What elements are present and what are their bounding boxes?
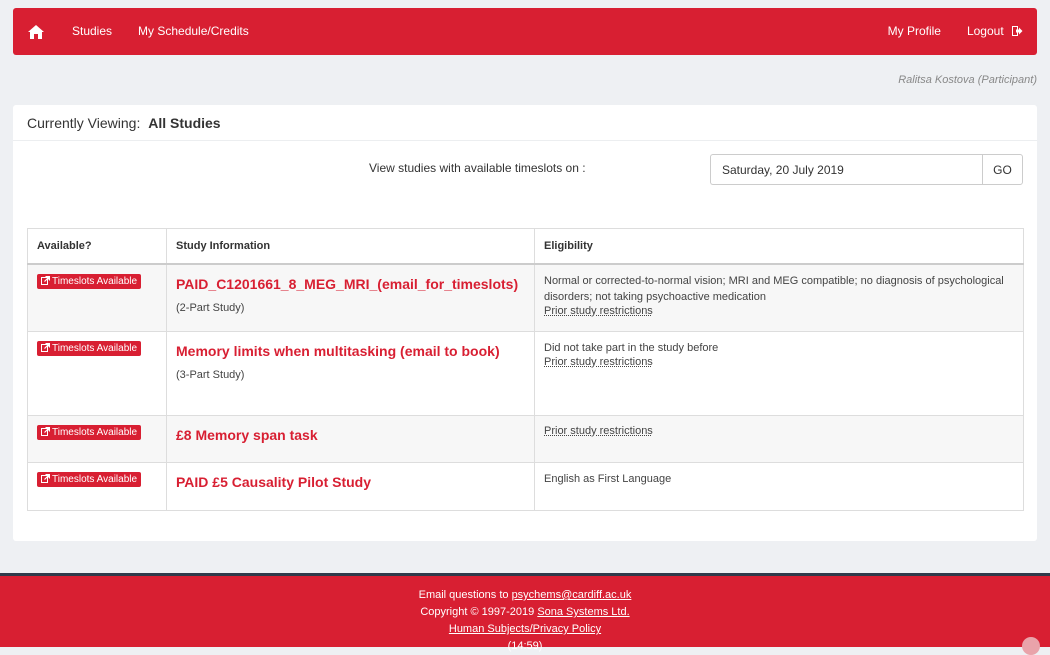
timeslots-available-button[interactable]: Timeslots Available <box>37 425 141 440</box>
badge-label: Timeslots Available <box>52 343 137 354</box>
study-parts: (2-Part Study) <box>176 302 525 314</box>
nav-profile-link[interactable]: My Profile <box>875 8 954 55</box>
top-navbar: Studies My Schedule/Credits My Profile L… <box>13 8 1037 55</box>
current-user-label: Ralitsa Kostova (Participant) <box>898 74 1037 86</box>
timeslots-available-button[interactable]: Timeslots Available <box>37 472 141 487</box>
study-info-cell: £8 Memory span task <box>167 416 535 463</box>
study-info-cell: PAID £5 Causality Pilot Study <box>167 463 535 511</box>
badge-label: Timeslots Available <box>52 474 137 485</box>
header-available: Available? <box>28 229 167 264</box>
logout-label: Logout <box>967 24 1004 38</box>
footer-company-link[interactable]: Sona Systems Ltd. <box>537 606 629 618</box>
study-title-link[interactable]: PAID £5 Causality Pilot Study <box>176 472 525 492</box>
home-button[interactable] <box>13 8 59 55</box>
timeslots-available-button[interactable]: Timeslots Available <box>37 341 141 356</box>
availability-cell: Timeslots Available <box>28 264 167 332</box>
table-row: Timeslots Available Memory limits when m… <box>28 332 1024 416</box>
eligibility-cell: Did not take part in the study before Pr… <box>535 332 1024 416</box>
scroll-to-top-button[interactable] <box>1022 637 1040 655</box>
eligibility-cell: English as First Language <box>535 463 1024 511</box>
timeslots-available-button[interactable]: Timeslots Available <box>37 274 141 289</box>
studies-panel: Currently Viewing: All Studies View stud… <box>13 105 1037 541</box>
availability-cell: Timeslots Available <box>28 416 167 463</box>
logout-icon <box>1012 26 1023 36</box>
table-header-row: Available? Study Information Eligibility <box>28 229 1024 264</box>
date-input[interactable] <box>710 154 982 185</box>
external-link-icon <box>41 276 50 285</box>
availability-cell: Timeslots Available <box>28 332 167 416</box>
footer-privacy-link[interactable]: Human Subjects/Privacy Policy <box>449 623 601 635</box>
footer-email-prefix: Email questions to <box>419 589 512 601</box>
footer-email-link[interactable]: psychems@cardiff.ac.uk <box>512 589 632 601</box>
prior-study-restrictions-link[interactable]: Prior study restrictions <box>544 425 653 437</box>
study-title-link[interactable]: £8 Memory span task <box>176 425 525 445</box>
study-title-link[interactable]: Memory limits when multitasking (email t… <box>176 341 525 361</box>
study-title-link[interactable]: PAID_C1201661_8_MEG_MRI_(email_for_times… <box>176 274 525 294</box>
home-icon <box>28 25 44 39</box>
table-row: Timeslots Available PAID £5 Causality Pi… <box>28 463 1024 511</box>
prior-study-restrictions-link[interactable]: Prior study restrictions <box>544 305 653 317</box>
eligibility-text: Did not take part in the study before <box>544 340 1014 356</box>
external-link-icon <box>41 343 50 352</box>
table-row: Timeslots Available £8 Memory span task … <box>28 416 1024 463</box>
footer-email-line: Email questions to psychems@cardiff.ac.u… <box>0 587 1050 604</box>
footer-copyright-line: Copyright © 1997-2019 Sona Systems Ltd. <box>0 604 1050 621</box>
studies-table: Available? Study Information Eligibility… <box>27 228 1024 511</box>
nav-schedule-link[interactable]: My Schedule/Credits <box>125 8 262 55</box>
footer: Email questions to psychems@cardiff.ac.u… <box>0 573 1050 647</box>
footer-copyright-prefix: Copyright © 1997-2019 <box>420 606 537 618</box>
header-study-information: Study Information <box>167 229 535 264</box>
external-link-icon <box>41 474 50 483</box>
nav-studies-link[interactable]: Studies <box>59 8 125 55</box>
date-filter-row: View studies with available timeslots on… <box>13 141 1037 213</box>
eligibility-text: Normal or corrected-to-normal vision; MR… <box>544 273 1014 305</box>
study-info-cell: PAID_C1201661_8_MEG_MRI_(email_for_times… <box>167 264 535 332</box>
study-parts: (3-Part Study) <box>176 369 525 381</box>
viewing-label: Currently Viewing: <box>27 115 140 131</box>
go-button[interactable]: GO <box>982 154 1023 185</box>
availability-cell: Timeslots Available <box>28 463 167 511</box>
viewing-value: All Studies <box>148 115 220 131</box>
eligibility-cell: Prior study restrictions <box>535 416 1024 463</box>
footer-privacy-line: Human Subjects/Privacy Policy <box>0 621 1050 638</box>
date-filter-label: View studies with available timeslots on… <box>369 161 586 175</box>
table-row: Timeslots Available PAID_C1201661_8_MEG_… <box>28 264 1024 332</box>
badge-label: Timeslots Available <box>52 427 137 438</box>
currently-viewing-header: Currently Viewing: All Studies <box>13 105 1037 141</box>
nav-logout-link[interactable]: Logout <box>954 8 1036 55</box>
external-link-icon <box>41 427 50 436</box>
badge-label: Timeslots Available <box>52 276 137 287</box>
eligibility-text: English as First Language <box>544 471 1014 487</box>
prior-study-restrictions-link[interactable]: Prior study restrictions <box>544 356 653 368</box>
eligibility-cell: Normal or corrected-to-normal vision; MR… <box>535 264 1024 332</box>
header-eligibility: Eligibility <box>535 229 1024 264</box>
study-info-cell: Memory limits when multitasking (email t… <box>167 332 535 416</box>
